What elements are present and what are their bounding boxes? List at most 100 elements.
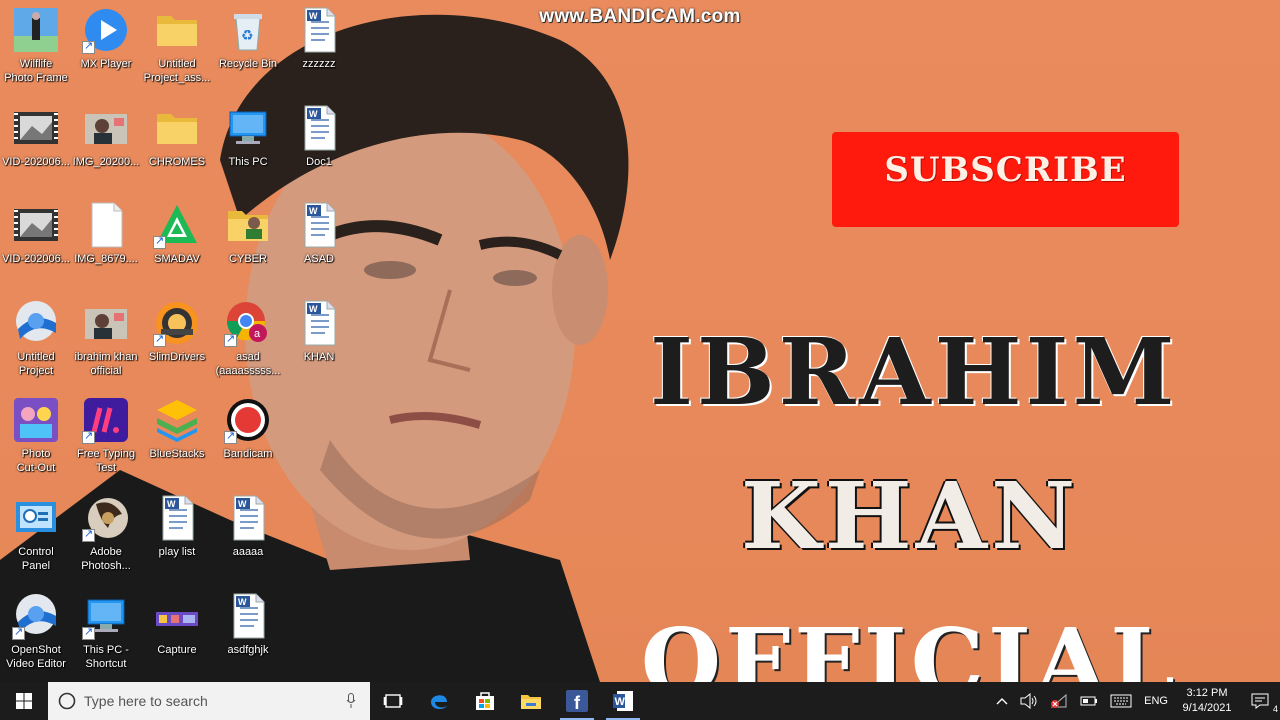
clock[interactable]: 3:12 PM 9/14/2021 [1174,682,1240,720]
volume-button[interactable] [1014,682,1044,720]
system-tray: ENG 3:12 PM 9/14/2021 4 [990,682,1280,720]
keyboard-icon [1110,694,1132,708]
svg-text:W: W [309,304,318,314]
word-doc-icon: W [224,494,272,542]
recycle-bin-icon: ♻ [224,6,272,54]
video-thumb-icon [12,201,60,249]
taskbar-search[interactable]: Type here to search [48,682,370,720]
file-explorer-icon [521,695,541,709]
desktop-icon-label: Recycle Bin [218,58,278,70]
network-disconnected-icon [1050,693,1067,708]
desktop-icon[interactable]: W Doc1 [283,100,355,192]
desktop-icon-label: Untitled Project_ass... [143,58,211,84]
photoshop-icon [82,494,130,542]
microphone-icon[interactable] [346,693,356,709]
desktop-icon[interactable]: OpenShot Video Editor [0,588,72,680]
desktop-icon[interactable]: Free Typing Test [70,392,142,484]
taskbar-edge[interactable] [416,682,462,720]
desktop-icon[interactable]: VID-202006... [0,100,72,192]
desktop-icon-label: This PC [228,156,268,168]
desktop-icon[interactable]: Untitled Project_ass... [141,2,213,94]
desktop-icon[interactable]: Untitled Project [0,295,72,387]
desktop-icon[interactable]: MX Player [70,2,142,94]
search-icon [58,692,76,710]
action-center-button[interactable]: 4 [1240,682,1280,720]
desktop-icon[interactable]: IMG_8679.... [70,197,142,289]
desktop-icon[interactable]: Bandicam [212,392,284,484]
word-doc-icon: W [224,592,272,640]
desktop-icon[interactable]: SlimDrivers [141,295,213,387]
slimdrivers-icon [153,299,201,347]
word-doc-icon: W [295,6,343,54]
desktop-icon[interactable]: IMG_20200... [70,100,142,192]
language-indicator[interactable]: ENG [1138,682,1174,720]
openshot-icon [12,299,60,347]
desktop-icon-label: VID-202006... [2,156,70,168]
image-thumb-icon [82,104,130,152]
task-view-icon [383,694,403,708]
desktop-icon-label: CYBER [229,253,267,265]
touch-keyboard-button[interactable] [1104,682,1138,720]
task-view-button[interactable] [370,682,416,720]
shortcut-arrow-icon [153,234,166,249]
folder-user-icon [224,201,272,249]
desktop-icon[interactable]: a asad (aaaasssss... [212,295,284,387]
desktop-icon[interactable]: BlueStacks [141,392,213,484]
image-thumb-icon [82,299,130,347]
start-button[interactable] [0,682,48,720]
desktop-icon[interactable]: Adobe Photosh... [70,490,142,582]
desktop-icon[interactable]: CYBER [212,197,284,289]
desktop-icon[interactable]: Photo Cut-Out [0,392,72,484]
bluestacks-icon [153,396,201,444]
desktop-icon[interactable]: Wilflife Photo Frame [0,2,72,94]
desktop-icon[interactable]: Wasdfghjk [212,588,284,680]
taskbar-store[interactable] [462,682,508,720]
windows-logo-icon [16,693,32,709]
brand-line-3: OFFICIAL [640,608,1180,682]
photo-cutout-icon [12,396,60,444]
desktop-icon-label: Doc1 [306,156,332,168]
facebook-icon: f [566,690,588,712]
desktop-icon[interactable]: W ASAD [283,197,355,289]
subscribe-banner: SUBSCRIBE [832,132,1179,227]
show-hidden-icons-button[interactable] [990,682,1014,720]
desktop-icon[interactable]: Control Panel [0,490,72,582]
svg-text:W: W [309,11,318,21]
battery-icon [1080,696,1098,706]
desktop-icon-label: IMG_8679.... [74,253,138,265]
desktop-icon[interactable]: ibrahim khan official [70,295,142,387]
subscribe-text: SUBSCRIBE [884,149,1127,190]
desktop-icon-label: Adobe Photosh... [81,546,131,572]
desktop-icon[interactable]: VID-202006... [0,197,72,289]
desktop-icon[interactable]: Wzzzzzz [283,2,355,94]
desktop-icon[interactable]: CHROMES [141,100,213,192]
desktop-icon[interactable]: Capture [141,588,213,680]
network-button[interactable] [1044,682,1074,720]
desktop-icon[interactable]: This PC - Shortcut [70,588,142,680]
desktop-icon[interactable]: SMADAV [141,197,213,289]
desktop-icon[interactable]: Wplay list [141,490,213,582]
notification-icon [1251,693,1269,709]
desktop-icon[interactable]: W KHAN [283,295,355,387]
brand-line-2: KHAN [740,462,1080,570]
desktop-icon[interactable]: ♻ Recycle Bin [212,2,284,94]
desktop-icon-label: Photo Cut-Out [16,448,56,474]
shortcut-arrow-icon [224,332,237,347]
desktop-icon-label: asad (aaaasssss... [215,351,281,377]
taskbar-file-explorer[interactable] [508,682,554,720]
this-pc-icon [224,104,272,152]
battery-button[interactable] [1074,682,1104,720]
blank-file-icon [82,201,130,249]
clock-date: 9/14/2021 [1182,702,1232,714]
desktop-icon[interactable]: Waaaaa [212,490,284,582]
taskbar-word[interactable]: W [600,682,646,720]
svg-text:W: W [238,597,247,607]
taskbar-facebook[interactable]: f [554,682,600,720]
desktop-icon-label: KHAN [303,351,335,363]
word-doc-icon: W [153,494,201,542]
word-doc-icon: W [295,299,343,347]
word-icon: W [613,691,633,711]
desktop-icon-label: Capture [157,644,197,656]
desktop-icon[interactable]: This PC [212,100,284,192]
desktop-icon-label: Untitled Project [17,351,55,377]
